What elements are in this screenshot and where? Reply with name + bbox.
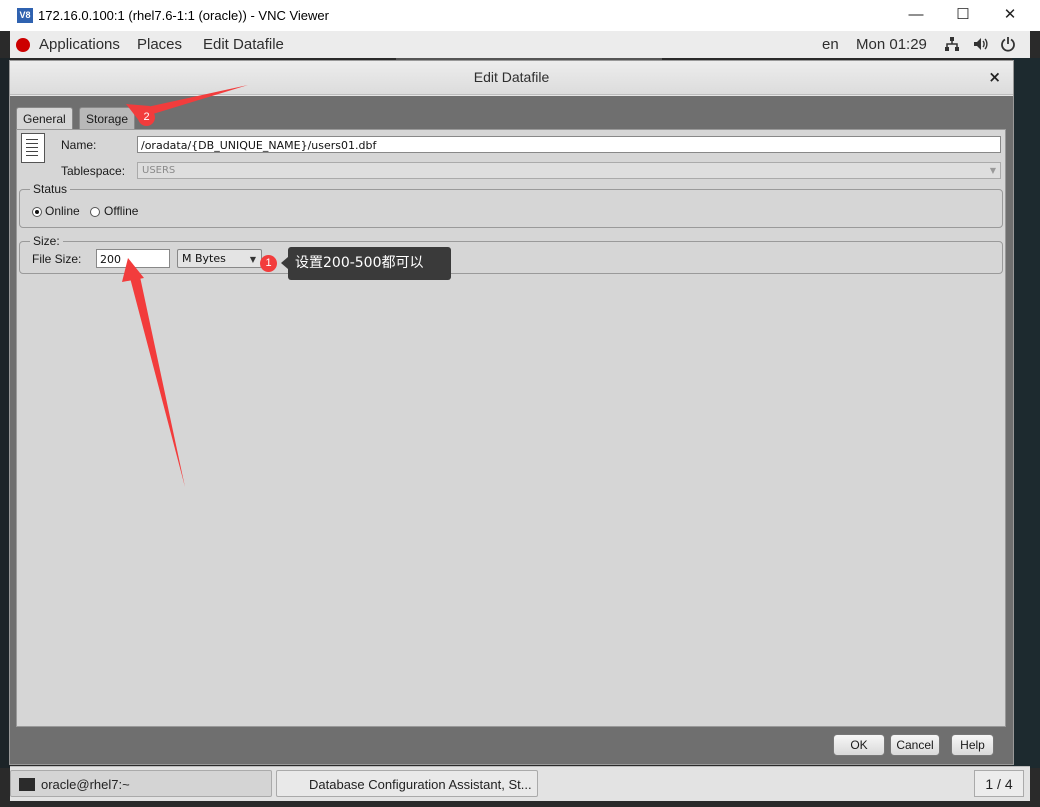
arrow-head-file-size <box>122 258 144 282</box>
annotation-tooltip: 设置200-500都可以 <box>281 247 451 280</box>
annotation-arrows <box>122 85 248 487</box>
annotation-badge-1: 1 <box>260 255 277 272</box>
arrow-to-storage <box>138 85 248 117</box>
annotation-badge-2: 2 <box>138 109 155 126</box>
arrow-to-file-size <box>129 272 185 487</box>
